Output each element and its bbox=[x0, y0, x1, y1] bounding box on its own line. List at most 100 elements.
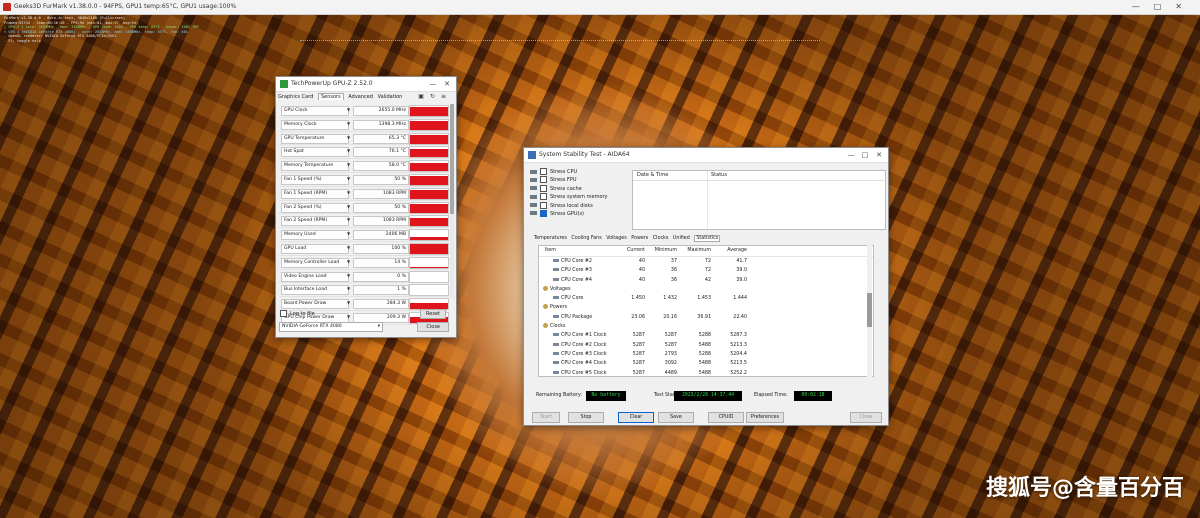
sensor-row: Fan 1 Speed (RPM) ▼ 1083 RPM bbox=[279, 187, 449, 201]
stress-option-label: Stress CPU bbox=[550, 169, 578, 175]
furmark-window-title: Geeks3D FurMark v1.38.0.0 - 94FPS, GPU1 … bbox=[14, 3, 237, 10]
tab-cooling-fans[interactable]: Cooling Fans bbox=[571, 236, 601, 241]
stat-current: 5287 bbox=[632, 342, 645, 348]
minimize-icon[interactable]: — bbox=[844, 148, 858, 162]
chevron-down-icon[interactable]: ▼ bbox=[347, 135, 350, 140]
sensor-row: Fan 2 Speed (RPM) ▼ 1083 RPM bbox=[279, 214, 449, 229]
menu-icon[interactable]: ≡ bbox=[441, 93, 452, 100]
stress-option[interactable]: Stress system memory bbox=[530, 193, 632, 201]
tab-sensors[interactable]: Sensors bbox=[317, 93, 344, 100]
stress-checkbox[interactable] bbox=[540, 176, 547, 184]
gpuz-close-button[interactable]: Close bbox=[417, 322, 449, 332]
chevron-down-icon[interactable]: ▼ bbox=[347, 176, 350, 181]
furmark-app-icon bbox=[3, 3, 11, 11]
sensor-value: 58.0 °C bbox=[353, 161, 409, 172]
start-button[interactable]: Start bbox=[532, 412, 560, 423]
stress-checkbox[interactable] bbox=[540, 209, 547, 217]
aida-window-title: System Stability Test - AIDA64 bbox=[539, 151, 630, 158]
sensor-graph-fill bbox=[410, 107, 448, 116]
statistics-scrollbar[interactable] bbox=[867, 245, 872, 377]
chevron-down-icon[interactable]: ▼ bbox=[347, 162, 350, 167]
chevron-down-icon[interactable]: ▼ bbox=[347, 204, 350, 209]
log-header-datetime: Date & Time bbox=[637, 172, 669, 178]
statistics-header: Item Current Minimum Maximum Average bbox=[539, 246, 873, 257]
cpuid-button[interactable]: CPUID bbox=[708, 412, 744, 423]
camera-icon[interactable]: ▣ bbox=[418, 93, 430, 100]
stat-minimum: 20.16 bbox=[663, 314, 677, 320]
close-button[interactable]: Close bbox=[850, 412, 882, 423]
stat-maximum: 5488 bbox=[698, 361, 711, 367]
close-icon[interactable]: ✕ bbox=[872, 148, 886, 162]
stat-item-label: CPU Core #2 Clock bbox=[561, 342, 607, 348]
gpu-select-dropdown[interactable]: NVIDIA GeForce RTX 4080 ▾ bbox=[279, 322, 383, 332]
refresh-icon[interactable]: ↻ bbox=[430, 93, 441, 100]
stress-checkbox[interactable] bbox=[540, 184, 547, 192]
aida-window-controls[interactable]: — □ ✕ bbox=[844, 148, 886, 162]
stress-option[interactable]: Stress cache bbox=[530, 184, 632, 193]
chevron-down-icon[interactable]: ▼ bbox=[347, 148, 350, 153]
tab-statistics[interactable]: Statistics bbox=[694, 235, 721, 242]
log-header-status: Status bbox=[711, 172, 727, 178]
col-average: Average bbox=[727, 248, 747, 253]
tab-validation[interactable]: Validation bbox=[378, 94, 403, 100]
stress-option[interactable]: Stress local disks bbox=[530, 201, 632, 210]
stress-option[interactable]: Stress CPU bbox=[530, 168, 632, 176]
tab-graphics-card[interactable]: Graphics Card bbox=[278, 94, 313, 100]
chevron-down-icon[interactable]: ▼ bbox=[347, 245, 350, 250]
sensor-graph bbox=[409, 215, 449, 228]
chevron-down-icon[interactable]: ▼ bbox=[347, 121, 350, 126]
chevron-down-icon[interactable]: ▼ bbox=[347, 190, 350, 195]
stress-option[interactable]: Stress GPU(s) bbox=[530, 209, 632, 218]
sensor-row: Memory Used ▼ 2406 MB bbox=[279, 228, 449, 242]
stat-maximum: 5288 bbox=[698, 333, 711, 339]
log-to-file-checkbox[interactable] bbox=[280, 310, 287, 317]
chevron-down-icon[interactable]: ▼ bbox=[347, 273, 350, 278]
tab-advanced[interactable]: Advanced bbox=[348, 94, 373, 100]
aida-title-bar[interactable]: System Stability Test - AIDA64 — □ ✕ bbox=[524, 148, 888, 163]
sensor-graph bbox=[409, 187, 449, 200]
tab-unified[interactable]: Unified bbox=[673, 236, 690, 241]
gpuz-scrollbar-thumb[interactable] bbox=[450, 104, 454, 214]
statistics-scrollbar-thumb[interactable] bbox=[867, 293, 872, 327]
clear-button[interactable]: Clear bbox=[618, 412, 654, 423]
tab-voltages[interactable]: Voltages bbox=[606, 236, 627, 241]
stat-average: 5287.3 bbox=[730, 333, 747, 339]
chevron-down-icon[interactable]: ▼ bbox=[347, 217, 350, 222]
sensor-name: Memory Temperature bbox=[281, 161, 349, 172]
gpuz-tabs: Graphics Card Sensors Advanced Validatio… bbox=[278, 93, 405, 102]
chevron-down-icon[interactable]: ▼ bbox=[347, 231, 350, 236]
preferences-button[interactable]: Preferences bbox=[746, 412, 784, 423]
stop-button[interactable]: Stop bbox=[568, 412, 604, 423]
sensor-graph bbox=[409, 256, 449, 269]
test-started-value: 2023/2/28 14:37:44 bbox=[674, 391, 742, 401]
stress-checkbox[interactable] bbox=[540, 193, 547, 201]
chevron-down-icon[interactable]: ▼ bbox=[347, 107, 350, 112]
chevron-down-icon[interactable]: ▼ bbox=[347, 259, 350, 264]
chevron-down-icon[interactable]: ▼ bbox=[347, 300, 350, 305]
stat-minimum: 2793 bbox=[664, 351, 677, 357]
reset-button[interactable]: Reset bbox=[420, 309, 446, 319]
gpuz-window-controls[interactable]: — ✕ bbox=[426, 77, 454, 91]
furmark-window-controls[interactable]: —□✕ bbox=[1132, 0, 1196, 14]
minimize-icon[interactable]: — bbox=[426, 77, 440, 91]
stress-checkbox[interactable] bbox=[540, 168, 547, 175]
gpuz-scrollbar[interactable] bbox=[450, 104, 454, 298]
save-button[interactable]: Save bbox=[658, 412, 694, 423]
statistics-row: CPU Core #3 Clock 5287 2793 5288 5204.4 bbox=[539, 350, 873, 359]
stat-maximum: 1.453 bbox=[697, 296, 711, 302]
hardware-icon bbox=[530, 203, 537, 208]
sensor-value: 1398.3 MHz bbox=[353, 119, 409, 130]
tab-temperatures[interactable]: Temperatures bbox=[534, 236, 567, 241]
sensor-graph bbox=[409, 201, 449, 214]
stat-average: 5213.5 bbox=[730, 361, 747, 367]
stress-checkbox[interactable] bbox=[540, 201, 547, 209]
tab-clocks[interactable]: Clocks bbox=[653, 236, 669, 241]
stat-average: 5204.4 bbox=[730, 351, 747, 357]
hardware-icon bbox=[530, 177, 537, 182]
stress-option[interactable]: Stress FPU bbox=[530, 176, 632, 184]
tab-powers[interactable]: Powers bbox=[631, 236, 648, 241]
chevron-down-icon[interactable]: ▼ bbox=[347, 286, 350, 291]
gpuz-title-bar[interactable]: TechPowerUp GPU-Z 2.52.0 — ✕ bbox=[276, 77, 456, 92]
close-icon[interactable]: ✕ bbox=[440, 77, 454, 91]
maximize-icon[interactable]: □ bbox=[858, 148, 872, 162]
